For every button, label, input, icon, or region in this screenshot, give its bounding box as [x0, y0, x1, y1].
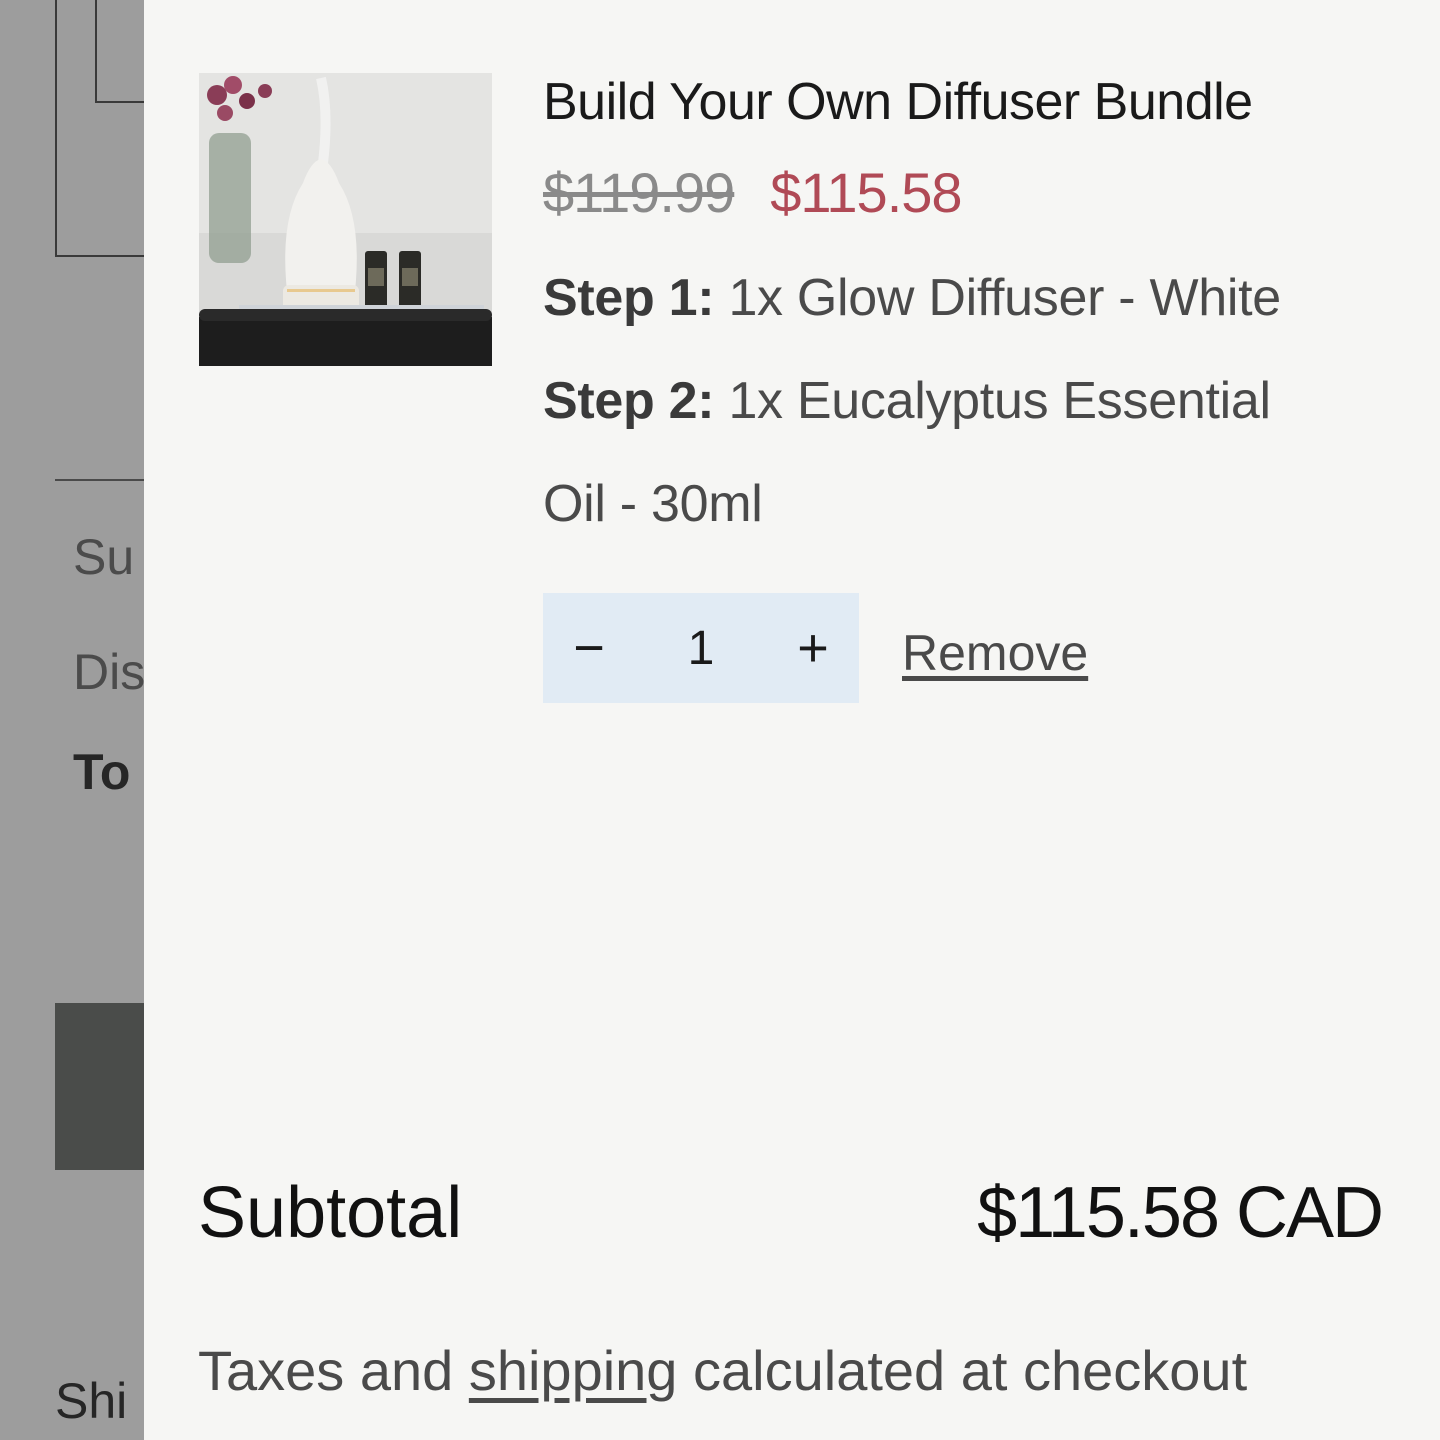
increase-quantity-button[interactable]: + — [793, 621, 833, 675]
shipping-policy-link[interactable]: shipping — [469, 1339, 678, 1402]
remove-item-link[interactable]: Remove — [902, 624, 1088, 682]
original-price: $119.99 — [543, 161, 735, 224]
subtotal-value: $115.58 CAD — [977, 1173, 1384, 1253]
product-image[interactable] — [199, 73, 492, 366]
step-1-value: 1x Glow Diffuser - White — [728, 269, 1281, 327]
quantity-value[interactable]: 1 — [688, 621, 715, 676]
background-discount-label: Dis — [73, 644, 146, 700]
taxes-note-start: Taxes and — [198, 1339, 454, 1402]
step-2-label: Step 2: — [543, 372, 715, 430]
bundle-step-2: Step 2: 1x Eucalyptus Essential — [543, 371, 1271, 431]
sale-price: $115.58 — [770, 161, 962, 224]
product-title[interactable]: Build Your Own Diffuser Bundle — [543, 72, 1253, 132]
subtotal-label: Subtotal — [198, 1173, 463, 1253]
background-subtotal-label: Su — [73, 529, 135, 585]
cart-drawer: Build Your Own Diffuser Bundle $119.99 $1… — [144, 0, 1440, 1440]
step-2-value: 1x Eucalyptus Essential — [728, 372, 1271, 430]
taxes-note-end: calculated at checkout — [693, 1339, 1248, 1402]
product-prices: $119.99 $115.58 — [543, 160, 963, 225]
decrease-quantity-button[interactable]: − — [569, 621, 609, 675]
quantity-stepper: − 1 + — [543, 593, 859, 703]
taxes-note: Taxes and shipping calculated at checkou… — [198, 1338, 1247, 1403]
step-1-label: Step 1: — [543, 269, 715, 327]
bundle-step-1: Step 1: 1x Glow Diffuser - White — [543, 268, 1281, 328]
background-shipping-label: Shi — [55, 1373, 128, 1429]
bundle-step-2-continued: Oil - 30ml — [543, 475, 763, 533]
background-total-label: To — [73, 744, 131, 800]
